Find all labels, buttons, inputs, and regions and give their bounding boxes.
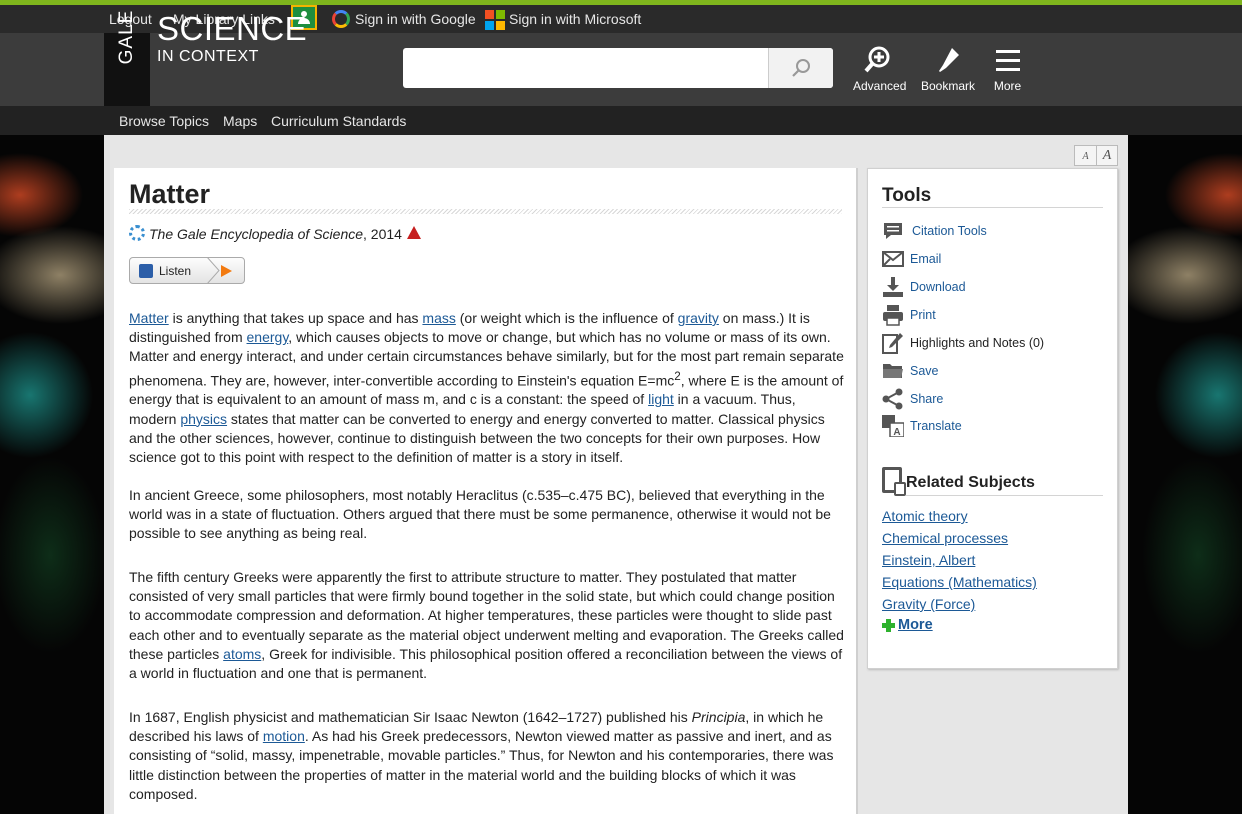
play-icon[interactable] xyxy=(221,265,232,277)
speaker-icon xyxy=(139,264,153,278)
google-icon xyxy=(332,10,350,28)
paragraph-text: states that matter can be converted to e… xyxy=(129,410,825,466)
source-year: , 2014 xyxy=(363,226,402,242)
bookmark-button[interactable]: Bookmark xyxy=(921,45,976,93)
nav-maps[interactable]: Maps xyxy=(223,113,257,129)
advanced-search-button[interactable]: Advanced xyxy=(853,45,907,93)
listen-label: Listen xyxy=(159,264,192,278)
bookmark-icon xyxy=(939,48,959,72)
citation-icon xyxy=(884,223,902,239)
article-link-energy[interactable]: energy xyxy=(247,329,289,345)
tools-sidebar xyxy=(867,168,1118,669)
related-atomic-theory[interactable]: Atomic theory xyxy=(882,508,968,524)
warning-triangle-icon[interactable] xyxy=(406,226,421,239)
article-paragraph-4: In 1687, English physicist and mathemati… xyxy=(129,708,844,804)
related-gravity-force[interactable]: Gravity (Force) xyxy=(882,596,975,612)
article-link-physics[interactable]: physics xyxy=(180,411,227,427)
highlights-notes-label: Highlights and Notes (0) xyxy=(910,336,1045,350)
related-divider xyxy=(906,495,1103,496)
nav-curriculum-standards[interactable]: Curriculum Standards xyxy=(271,113,406,129)
google-signin-link[interactable]: Sign in with Google xyxy=(355,11,476,27)
italic-text: Principia xyxy=(691,709,746,725)
background-art-left xyxy=(0,135,104,814)
listen-button[interactable]: Listen xyxy=(129,257,245,284)
nav-browse-topics[interactable]: Browse Topics xyxy=(119,113,209,129)
related-subjects-heading: Related Subjects xyxy=(906,474,1035,491)
article-link-motion[interactable]: motion xyxy=(263,728,305,744)
translate-label: Translate xyxy=(910,419,962,433)
font-smaller-button[interactable]: A xyxy=(1075,146,1096,165)
article-link-matter[interactable]: Matter xyxy=(129,310,169,326)
source-title[interactable]: The Gale Encyclopedia of Science xyxy=(149,226,363,242)
title-divider xyxy=(129,209,842,214)
download-label: Download xyxy=(910,280,966,294)
more-menu-button[interactable]: More xyxy=(990,45,1025,93)
font-larger-button[interactable]: A xyxy=(1096,146,1117,165)
source-icon xyxy=(129,225,145,241)
svg-text:A: A xyxy=(893,427,900,437)
share-label: Share xyxy=(910,392,944,406)
email-label: Email xyxy=(910,252,942,266)
related-subjects-icon xyxy=(882,467,906,496)
print-label: Print xyxy=(910,308,936,322)
search-icon xyxy=(792,59,810,77)
related-einstein-albert[interactable]: Einstein, Albert xyxy=(882,552,975,568)
article-paragraph-3: The fifth century Greeks were apparently… xyxy=(129,568,844,683)
article-link-gravity[interactable]: gravity xyxy=(678,310,719,326)
related-chemical-processes[interactable]: Chemical processes xyxy=(882,530,1008,546)
print-icon xyxy=(883,305,903,326)
article-source: The Gale Encyclopedia of Science, 2014 xyxy=(129,225,421,242)
translate-icon: A xyxy=(882,415,904,437)
download-icon xyxy=(883,277,903,297)
article-link-mass[interactable]: mass xyxy=(422,310,455,326)
email-icon xyxy=(882,251,904,267)
search-button[interactable] xyxy=(768,48,833,88)
bookmark-label: Bookmark xyxy=(921,79,976,93)
microsoft-icon xyxy=(485,10,505,30)
font-size-control: A A xyxy=(1074,145,1118,166)
paragraph-text: (or weight which is the influence of xyxy=(455,310,678,326)
related-equations[interactable]: Equations (Mathematics) xyxy=(882,574,1037,590)
search-box xyxy=(403,48,833,88)
hamburger-icon xyxy=(995,50,1020,71)
article-link-light[interactable]: light xyxy=(648,391,674,407)
share-icon xyxy=(882,388,903,410)
tools-heading: Tools xyxy=(882,185,932,206)
article-paragraph-2: In ancient Greece, some philosophers, mo… xyxy=(129,486,844,544)
logo-gale-text: GALE xyxy=(116,9,137,65)
paragraph-text: is anything that takes up space and has xyxy=(168,310,423,326)
related-more-link[interactable]: More xyxy=(898,617,933,633)
search-input[interactable] xyxy=(403,48,768,88)
tools-divider xyxy=(882,207,1103,208)
logo-science-text: SCIENCE xyxy=(157,10,308,47)
folder-icon xyxy=(883,364,903,378)
plus-icon xyxy=(882,619,895,632)
article-title: Matter xyxy=(129,179,211,209)
advanced-label: Advanced xyxy=(853,79,907,93)
paragraph-text: In 1687, English physicist and mathemati… xyxy=(129,709,692,725)
article-paragraph-1: Matter is anything that takes up space a… xyxy=(129,309,844,467)
highlight-icon xyxy=(882,333,903,354)
paragraph-text: In ancient Greece, some philosophers, mo… xyxy=(129,487,831,542)
listen-separator xyxy=(206,257,220,284)
microsoft-signin-link[interactable]: Sign in with Microsoft xyxy=(509,11,641,27)
logo-incontext-text: IN CONTEXT xyxy=(157,48,259,65)
zoom-plus-icon xyxy=(864,46,890,73)
save-label: Save xyxy=(910,364,939,378)
citation-tools-label: Citation Tools xyxy=(912,224,987,238)
more-label: More xyxy=(993,79,1022,93)
article-link-atoms[interactable]: atoms xyxy=(223,646,261,662)
background-art-right xyxy=(1128,135,1242,814)
main-nav: Browse Topics Maps Curriculum Standards xyxy=(0,106,1242,135)
